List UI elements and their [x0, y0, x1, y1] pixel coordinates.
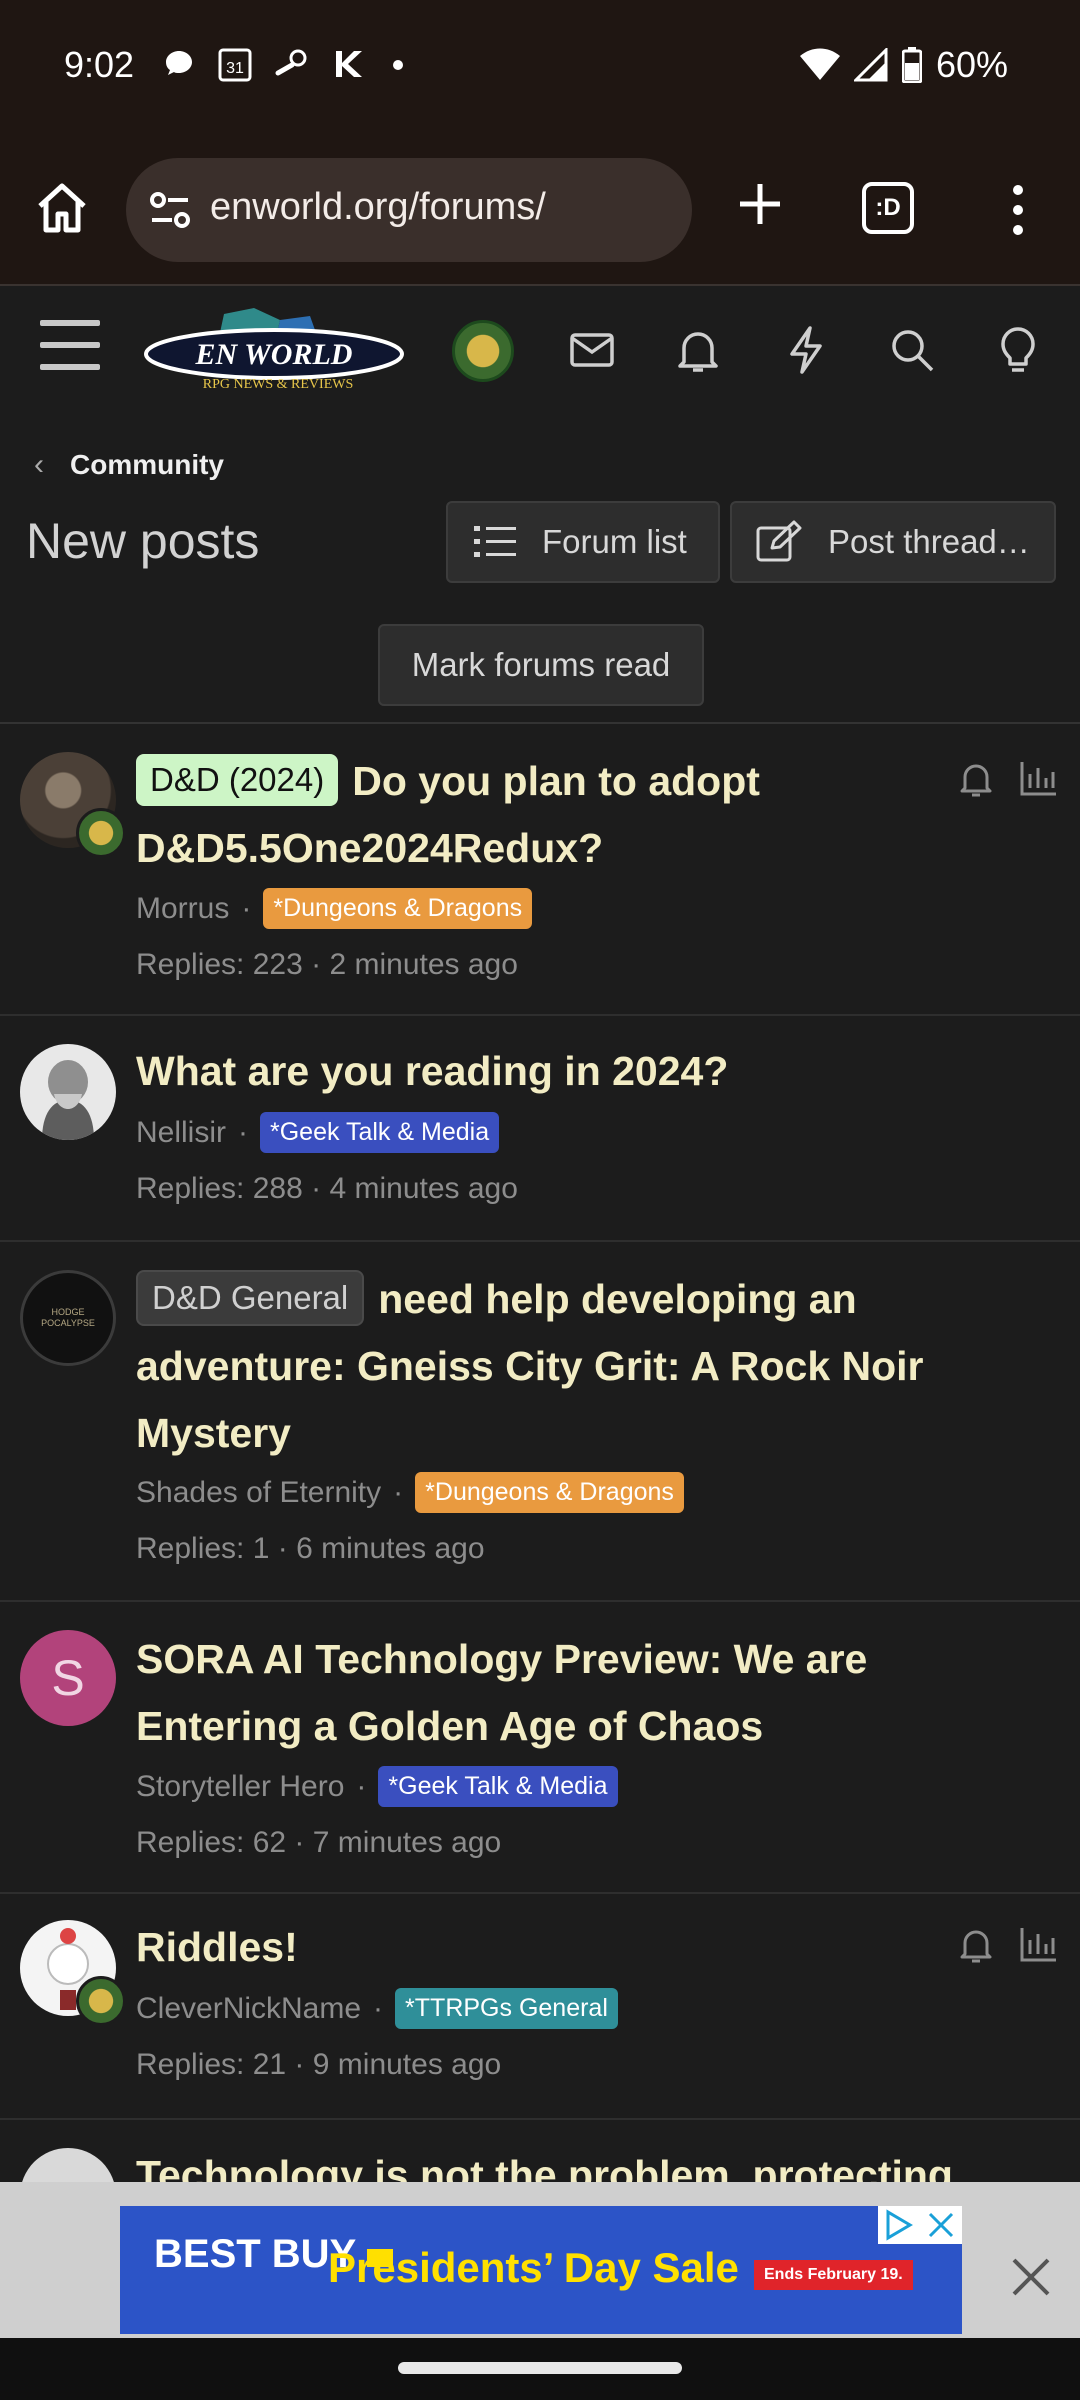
thread-author[interactable]: Shades of Eternity: [136, 1476, 381, 1510]
avatar[interactable]: HODGE POCALYPSE: [20, 1270, 116, 1366]
home-gesture-handle[interactable]: [398, 2362, 682, 2374]
alerts-bell-icon[interactable]: [672, 324, 724, 376]
search-icon[interactable]: [886, 324, 938, 376]
thread-item[interactable]: HODGE POCALYPSE D&D General need help dev…: [0, 1242, 1080, 1602]
url-text[interactable]: enworld.org/forums/: [210, 186, 546, 229]
signal-icon: [853, 48, 888, 82]
list-icon: [474, 526, 516, 557]
close-icon[interactable]: [1006, 2252, 1056, 2302]
user-badge-icon: [76, 1976, 126, 2026]
forum-tag[interactable]: *TTRPGs General: [395, 1988, 618, 2029]
watch-bell-icon[interactable]: [956, 758, 996, 798]
browser-toolbar: enworld.org/forums/ :D: [0, 140, 1080, 286]
user-avatar[interactable]: [452, 320, 514, 382]
wifi-icon: [799, 48, 840, 80]
thread-item[interactable]: Technology is not the problem, protectin…: [0, 2120, 1080, 2244]
thread-stats: Replies: 1 · 6 minutes ago: [136, 1532, 485, 1565]
svg-text:EN WORLD: EN WORLD: [195, 338, 353, 371]
thread-author[interactable]: CleverNickName: [136, 1992, 361, 2026]
svg-text:31: 31: [226, 60, 244, 77]
thread-meta: CleverNickName · *TTRPGs General: [136, 1988, 618, 2029]
thread-title[interactable]: D&D General need help developing an adven…: [136, 1266, 1036, 1467]
svg-text:RPG NEWS & REVIEWS: RPG NEWS & REVIEWS: [203, 377, 354, 392]
home-icon[interactable]: [30, 176, 94, 240]
new-tab-icon[interactable]: [728, 172, 792, 236]
avatar[interactable]: [20, 1044, 116, 1140]
watch-bell-icon[interactable]: [956, 1924, 996, 1964]
notification-icons: 31: [162, 46, 408, 82]
thread-item[interactable]: D&D (2024) Do you plan to adopt D&D5.5One…: [0, 724, 1080, 1016]
post-thread-label: Post thread…: [828, 523, 1030, 560]
forum-list-button[interactable]: Forum list: [446, 501, 720, 583]
battery-icon: [901, 47, 922, 83]
thread-item[interactable]: S SORA AI Technology Preview: We are Ent…: [0, 1602, 1080, 1894]
thread-item[interactable]: What are you reading in 2024? Nellisir · …: [0, 1016, 1080, 1242]
chevron-left-icon: ‹: [34, 448, 44, 481]
thread-stats: Replies: 21 · 9 minutes ago: [136, 2048, 502, 2081]
thread-title[interactable]: What are you reading in 2024?: [136, 1038, 1036, 1105]
lightbulb-icon[interactable]: [992, 324, 1044, 376]
status-bar: 9:02 31 60%: [0, 0, 1080, 140]
inbox-icon[interactable]: [566, 324, 618, 376]
forum-tag[interactable]: *Geek Talk & Media: [260, 1112, 500, 1153]
thread-meta: Nellisir · *Geek Talk & Media: [136, 1112, 500, 1153]
thread-title[interactable]: D&D (2024) Do you plan to adopt D&D5.5One…: [136, 748, 1036, 882]
chat-bubble-icon: [166, 51, 192, 75]
ad-headline: Presidents’ Day Sale: [328, 2244, 739, 2291]
forum-tag[interactable]: *Dungeons & Dragons: [415, 1472, 684, 1513]
breadcrumb[interactable]: ‹ Community: [34, 448, 224, 482]
stats-icon[interactable]: [1018, 1924, 1058, 1964]
thread-prefix[interactable]: D&D (2024): [136, 754, 339, 806]
post-thread-button[interactable]: Post thread…: [730, 501, 1056, 583]
system-nav-bar: [0, 2338, 1080, 2400]
system-status: 60%: [799, 44, 1008, 86]
thread-stats: Replies: 223 · 2 minutes ago: [136, 948, 518, 981]
thread-item[interactable]: Riddles! CleverNickName · *TTRPGs General…: [0, 1894, 1080, 2120]
thread-meta: Shades of Eternity · *Dungeons & Dragons: [136, 1472, 684, 1513]
ad-choices-icon[interactable]: [878, 2206, 962, 2244]
avatar[interactable]: S: [20, 1630, 116, 1726]
site-header: EN WORLD RPG NEWS & REVIEWS: [0, 288, 1080, 410]
thread-title[interactable]: Riddles!: [136, 1914, 1036, 1981]
page-title: New posts: [26, 513, 260, 569]
dot-icon: [393, 60, 403, 70]
ad-badge: Ends February 19.: [754, 2260, 913, 2290]
thread-title[interactable]: SORA AI Technology Preview: We are Enter…: [136, 1626, 1036, 1760]
mark-forums-read-button[interactable]: Mark forums read: [378, 624, 704, 706]
breadcrumb-community[interactable]: Community: [70, 449, 224, 481]
calendar-icon: 31: [218, 48, 252, 82]
battery-percentage: 60%: [935, 44, 1008, 85]
thread-meta: Storyteller Hero · *Geek Talk & Media: [136, 1766, 618, 1807]
forum-tag[interactable]: *Geek Talk & Media: [378, 1766, 618, 1807]
kotlin-icon: [336, 51, 362, 77]
tab-switcher-button[interactable]: :D: [862, 182, 914, 234]
overflow-menu-icon[interactable]: [1000, 178, 1036, 242]
stats-icon[interactable]: [1018, 758, 1058, 798]
thread-stats: Replies: 62 · 7 minutes ago: [136, 1826, 502, 1859]
ad-creative[interactable]: BEST BUY Presidents’ Day Sale Ends Febru…: [120, 2206, 962, 2334]
whats-new-bolt-icon[interactable]: [780, 324, 832, 376]
thread-author[interactable]: Storyteller Hero: [136, 1770, 344, 1804]
thread-prefix[interactable]: D&D General: [136, 1270, 365, 1326]
steam-icon: [275, 49, 307, 76]
forum-tag[interactable]: *Dungeons & Dragons: [263, 888, 533, 929]
thread-stats: Replies: 288 · 4 minutes ago: [136, 1172, 518, 1205]
hamburger-menu-icon[interactable]: [40, 320, 100, 372]
thread-meta: Morrus · *Dungeons & Dragons: [136, 888, 533, 929]
ad-banner: BEST BUY Presidents’ Day Sale Ends Febru…: [0, 2182, 1080, 2338]
status-time: 9:02: [64, 44, 135, 85]
thread-author[interactable]: Morrus: [136, 892, 229, 926]
address-bar[interactable]: enworld.org/forums/: [126, 158, 692, 262]
enworld-logo[interactable]: EN WORLD RPG NEWS & REVIEWS: [144, 308, 410, 392]
thread-author[interactable]: Nellisir: [136, 1116, 226, 1150]
user-badge-icon: [76, 808, 126, 858]
site-settings-icon[interactable]: [148, 188, 192, 232]
compose-icon: [756, 520, 802, 562]
forum-list-label: Forum list: [542, 523, 687, 560]
